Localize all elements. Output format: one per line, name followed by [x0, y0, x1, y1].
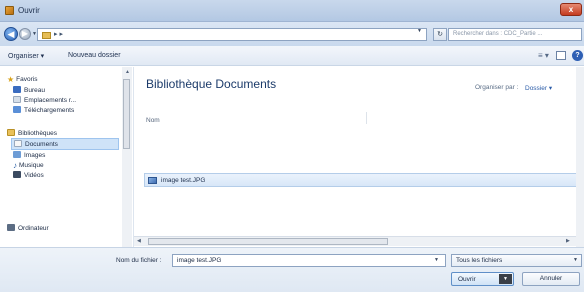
folder-icon [42, 32, 51, 39]
nav-item-libraries[interactable]: Bibliothèques [7, 129, 57, 137]
open-options-dropdown[interactable]: ▼ [499, 274, 512, 284]
music-icon: ♪ [13, 161, 17, 170]
image-icon [13, 151, 21, 158]
title-bar: Ouvrir x [0, 0, 584, 22]
horizontal-scroll-thumb[interactable] [148, 238, 388, 245]
refresh-button[interactable]: ↻ [433, 28, 447, 41]
filename-field[interactable]: image test.JPG [172, 254, 446, 267]
open-button[interactable]: Ouvrir ▼ [451, 272, 514, 286]
recent-places-icon [13, 96, 21, 103]
scroll-left-icon[interactable]: ◀ [137, 238, 141, 244]
downloads-icon [13, 106, 21, 113]
views-icon[interactable]: ≡ ▾ [538, 51, 549, 60]
search-input[interactable]: Rechercher dans : CDC_Partie ... [448, 28, 582, 41]
breadcrumb[interactable]: ▸ ▸ [54, 30, 63, 38]
organize-menu[interactable]: Organiser ▾ [8, 52, 44, 60]
arrange-by-label: Organiser par : [475, 84, 519, 91]
computer-icon [7, 224, 15, 231]
address-field[interactable]: ▸ ▸ [37, 28, 427, 41]
nav-item-computer[interactable]: Ordinateur [7, 224, 49, 232]
nav-item-images[interactable]: Images [13, 151, 45, 159]
nav-item-downloads[interactable]: Téléchargements [13, 106, 74, 114]
help-icon[interactable]: ? [572, 50, 583, 61]
star-icon: ★ [7, 75, 15, 84]
file-name: image test.JPG [161, 177, 206, 184]
close-button[interactable]: x [560, 3, 582, 16]
list-item[interactable]: image test.JPG [144, 173, 584, 187]
nav-item-recent-places[interactable]: Emplacements r... [13, 96, 76, 104]
nav-item-music[interactable]: ♪ Musique [13, 161, 44, 170]
filetype-select[interactable]: Tous les fichiers [451, 254, 582, 267]
navigation-pane: ★ Favoris Bureau Emplacements r... Téléch… [0, 67, 134, 247]
folder-icon [5, 6, 14, 15]
horizontal-scrollbar[interactable]: ◀ ▶ [134, 236, 576, 246]
column-header-name[interactable]: Nom [146, 117, 160, 124]
library-title: Bibliothèque Documents [146, 77, 277, 91]
address-dropdown[interactable]: ▼ [417, 28, 422, 34]
video-icon [13, 171, 21, 178]
dialog-footer: Nom du fichier : image test.JPG ▼ Tous l… [0, 247, 584, 292]
nav-item-documents[interactable]: Documents [11, 138, 119, 150]
preview-pane-icon[interactable] [556, 51, 566, 60]
scroll-right-icon[interactable]: ▶ [566, 238, 570, 244]
library-icon [7, 129, 15, 136]
document-icon [14, 140, 22, 147]
open-button-label: Ouvrir [458, 276, 476, 283]
nav-item-desktop[interactable]: Bureau [13, 86, 45, 94]
window-title: Ouvrir [18, 6, 40, 15]
new-folder-button[interactable]: Nouveau dossier [68, 52, 121, 59]
desktop-icon [13, 86, 21, 93]
filename-label: Nom du fichier : [116, 257, 162, 264]
forward-button[interactable]: ▶ [19, 28, 31, 40]
image-file-icon [148, 177, 157, 184]
nav-scrollbar[interactable]: ▲ [122, 67, 132, 247]
filename-dropdown[interactable]: ▼ [434, 257, 439, 263]
chevron-down-icon[interactable]: ▼ [573, 257, 578, 263]
main-scrollbar[interactable] [576, 67, 584, 247]
column-divider[interactable] [366, 112, 367, 124]
scroll-up-icon[interactable]: ▲ [125, 69, 130, 75]
arrange-by-dropdown[interactable]: Dossier ▾ [525, 84, 552, 92]
file-list-pane: Bibliothèque Documents Organiser par : D… [134, 67, 584, 247]
back-button[interactable]: ◀ [4, 27, 18, 41]
nav-scroll-thumb[interactable] [123, 79, 130, 149]
open-file-dialog: Ouvrir x ◀ ▶ ▼ ▸ ▸ ▼ ↻ Rechercher dans :… [0, 0, 584, 292]
command-bar: Organiser ▾ Nouveau dossier ≡ ▾ ? [0, 46, 584, 66]
nav-item-favorites[interactable]: ★ Favoris [7, 75, 37, 84]
cancel-button[interactable]: Annuler [522, 272, 580, 286]
nav-item-videos[interactable]: Vidéos [13, 171, 44, 179]
